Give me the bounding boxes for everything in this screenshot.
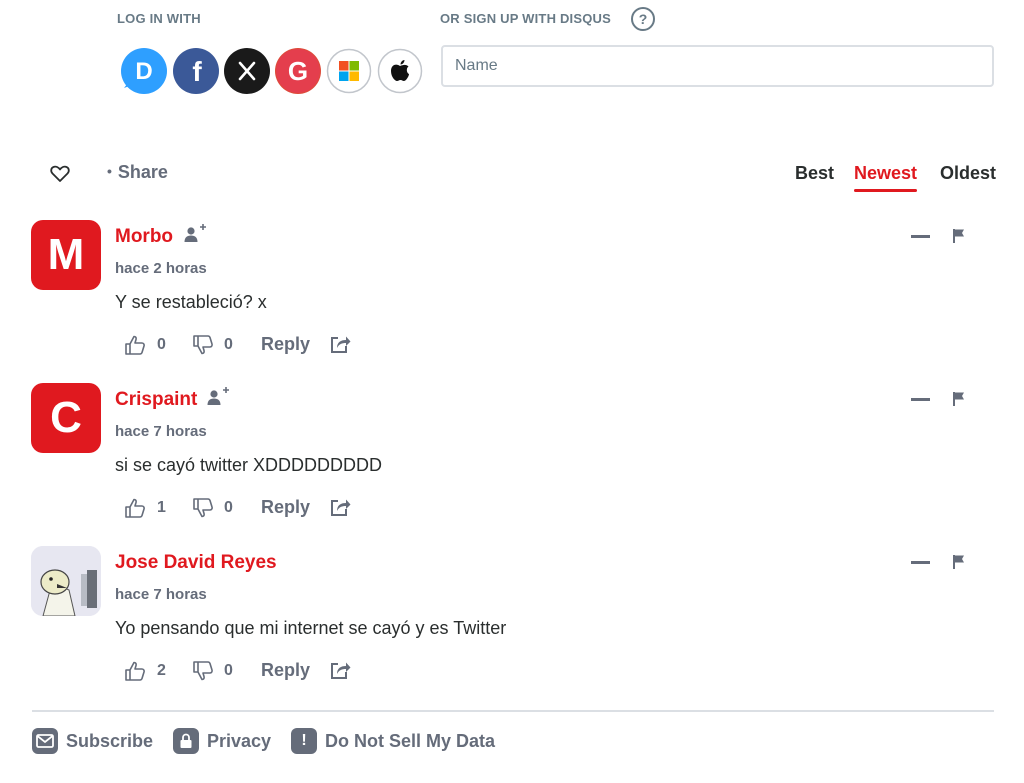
comment-item: C Crispaint hace 7 horas si se cayó twit…	[0, 383, 1024, 533]
footer: Subscribe Privacy ! Do Not Sell My Data	[0, 724, 1024, 758]
downvote-count: 0	[224, 336, 233, 353]
microsoft-login-button[interactable]	[326, 48, 372, 94]
avatar[interactable]: C	[31, 383, 101, 453]
comment-author[interactable]: Crispaint	[115, 389, 197, 411]
comment-timestamp[interactable]: hace 2 horas	[115, 260, 207, 277]
comment-timestamp[interactable]: hace 7 horas	[115, 586, 207, 603]
svg-text:f: f	[192, 56, 202, 87]
comment-actions: 1 0 Reply	[124, 495, 724, 521]
login-section: LOG IN WITH OR SIGN UP WITH DISQUS ? D f…	[0, 0, 1024, 100]
login-with-label: LOG IN WITH	[117, 11, 201, 26]
downvote-count: 0	[224, 499, 233, 516]
share-label: Share	[117, 162, 168, 182]
share-icon[interactable]	[329, 333, 351, 355]
upvote-count: 2	[157, 662, 166, 679]
sort-tab-best[interactable]: Best	[795, 163, 834, 184]
microsoft-icon	[326, 48, 372, 94]
collapse-icon[interactable]	[911, 235, 930, 238]
comment-text: Yo pensando que mi internet se cayó y es…	[115, 618, 507, 638]
bullet-icon: •	[107, 163, 112, 179]
flag-icon[interactable]	[952, 228, 966, 244]
share-icon[interactable]	[329, 659, 351, 681]
disqus-icon: D	[122, 49, 166, 93]
comment-author[interactable]: Jose David Reyes	[115, 552, 277, 574]
reply-button[interactable]: Reply	[261, 497, 310, 518]
svg-text:G: G	[288, 56, 308, 86]
footer-divider	[32, 710, 994, 712]
x-login-button[interactable]	[224, 48, 270, 94]
discussion-toolbar: • Share Best Newest Oldest	[0, 155, 1024, 195]
reply-button[interactable]: Reply	[261, 334, 310, 355]
privacy-link[interactable]: Privacy	[173, 727, 271, 755]
google-login-button[interactable]: G	[275, 48, 321, 94]
collapse-icon[interactable]	[911, 561, 930, 564]
avatar[interactable]: M	[31, 220, 101, 290]
comment-text: Y se restableció? x	[115, 292, 267, 312]
subscribe-label: Subscribe	[66, 730, 154, 751]
follow-user-icon[interactable]	[183, 223, 207, 243]
x-icon	[225, 49, 269, 93]
thumbs-down-icon[interactable]	[192, 334, 214, 356]
upvote-count: 0	[157, 336, 166, 353]
name-input[interactable]	[441, 45, 994, 87]
google-icon: G	[276, 49, 320, 93]
thumbs-up-icon[interactable]	[124, 334, 146, 356]
facebook-login-button[interactable]: f	[173, 48, 219, 94]
avatar[interactable]	[31, 546, 101, 616]
downvote-count: 0	[224, 662, 233, 679]
comment-item: Jose David Reyes hace 7 horas Yo pensand…	[0, 546, 1024, 696]
follow-user-icon[interactable]	[206, 386, 230, 406]
facebook-icon: f	[174, 49, 218, 93]
flag-icon[interactable]	[952, 391, 966, 407]
do-not-sell-label: Do Not Sell My Data	[325, 730, 496, 751]
disqus-login-button[interactable]: D	[121, 48, 167, 94]
heart-icon[interactable]	[48, 161, 72, 185]
comment-timestamp[interactable]: hace 7 horas	[115, 423, 207, 440]
comment-author[interactable]: Morbo	[115, 226, 173, 248]
comment-actions: 2 0 Reply	[124, 658, 724, 684]
share-icon[interactable]	[329, 496, 351, 518]
apple-icon	[377, 48, 423, 94]
privacy-label: Privacy	[207, 730, 272, 751]
thumbs-down-icon[interactable]	[192, 497, 214, 519]
apple-login-button[interactable]	[377, 48, 423, 94]
signup-disqus-label: OR SIGN UP WITH DISQUS	[440, 11, 612, 26]
thumbs-up-icon[interactable]	[124, 497, 146, 519]
share-link[interactable]: • Share	[107, 162, 168, 183]
reply-button[interactable]: Reply	[261, 660, 310, 681]
sort-tab-oldest[interactable]: Oldest	[940, 163, 996, 184]
upvote-count: 1	[157, 499, 166, 516]
lock-icon	[173, 728, 199, 754]
do-not-sell-link[interactable]: ! Do Not Sell My Data	[291, 727, 495, 755]
help-icon[interactable]: ?	[631, 7, 655, 31]
thumbs-down-icon[interactable]	[192, 660, 214, 682]
flag-icon[interactable]	[952, 554, 966, 570]
alert-icon: !	[291, 728, 317, 754]
avatar-image	[31, 546, 101, 616]
sort-tab-newest[interactable]: Newest	[854, 163, 918, 192]
comment-text: si se cayó twitter XDDDDDDDDD	[115, 455, 383, 475]
mail-icon	[32, 728, 58, 754]
thumbs-up-icon[interactable]	[124, 660, 146, 682]
svg-text:D: D	[135, 58, 152, 85]
subscribe-link[interactable]: Subscribe	[32, 727, 153, 755]
comment-item: M Morbo hace 2 horas Y se restableció? x…	[0, 220, 1024, 370]
collapse-icon[interactable]	[911, 398, 930, 401]
comment-actions: 0 0 Reply	[124, 332, 724, 358]
